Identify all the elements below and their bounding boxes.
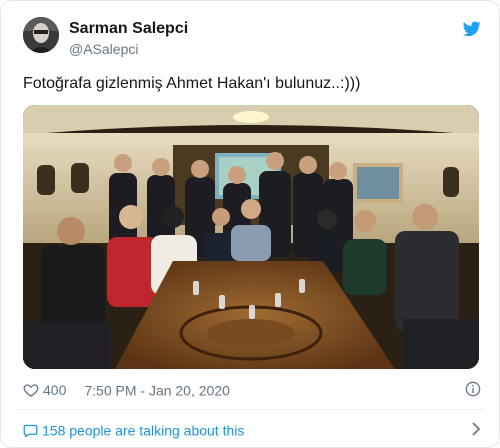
divider xyxy=(15,409,485,410)
author-names: Sarman Salepci @ASalepci xyxy=(69,20,188,58)
avatar[interactable] xyxy=(23,17,59,53)
heart-icon[interactable] xyxy=(23,382,39,398)
twitter-bird-icon[interactable] xyxy=(463,21,481,37)
tweet-card: Sarman Salepci @ASalepci Fotoğrafa gizle… xyxy=(0,0,500,448)
conversation-text: 158 people are talking about this xyxy=(42,422,245,439)
speech-bubble-icon xyxy=(23,424,38,438)
tweet-photo[interactable] xyxy=(23,105,479,369)
tweet-timestamp[interactable]: 7:50 PM - Jan 20, 2020 xyxy=(84,382,230,398)
like-count[interactable]: 400 xyxy=(43,382,66,398)
author-handle[interactable]: @ASalepci xyxy=(69,40,188,58)
author-display-name[interactable]: Sarman Salepci xyxy=(69,20,188,38)
tweet-header: Sarman Salepci @ASalepci xyxy=(23,17,485,61)
info-icon[interactable] xyxy=(465,381,481,397)
cabin-photo xyxy=(23,105,479,369)
conversation-link[interactable]: 158 people are talking about this xyxy=(23,419,481,439)
chevron-right-icon[interactable] xyxy=(471,422,481,436)
tweet-meta: 400 7:50 PM - Jan 20, 2020 xyxy=(23,379,481,399)
tweet-text: Fotoğrafa gizlenmiş Ahmet Hakan'ı bulunu… xyxy=(23,75,361,92)
